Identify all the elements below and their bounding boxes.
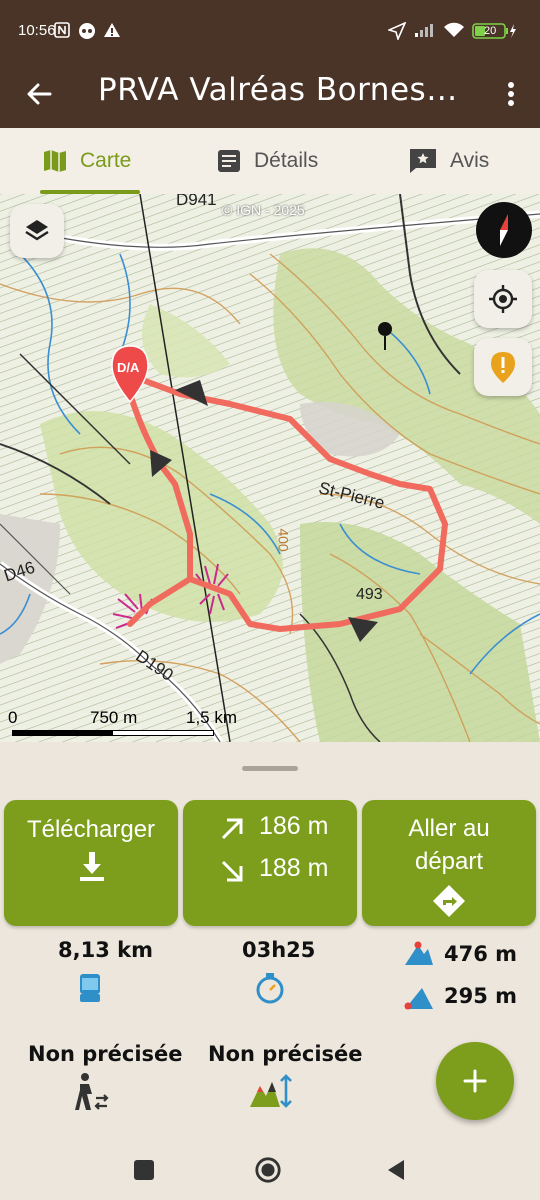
tab-map-label: Carte — [80, 149, 132, 172]
bottom-sheet: Télécharger 186 m 188 m Aller au départ … — [0, 742, 540, 1138]
more-options-button[interactable] — [500, 76, 522, 112]
go-to-start-button[interactable]: Aller au départ — [362, 800, 536, 926]
descent-arrow-icon — [221, 860, 243, 882]
more-vert-icon — [508, 82, 514, 106]
stopwatch-icon — [256, 973, 284, 1004]
arrow-back-icon — [27, 83, 52, 105]
status-bar: 10:56 20 — [0, 0, 540, 62]
map-scale-bar — [12, 730, 214, 736]
scale-label-1-5: 1,5 km — [186, 708, 238, 727]
tab-bar: Carte Détails Avis — [0, 128, 540, 194]
max-altitude-icon — [405, 941, 433, 965]
elevation-card[interactable]: 186 m 188 m — [183, 800, 357, 926]
back-nav-icon[interactable] — [382, 1156, 410, 1184]
compass-icon — [500, 214, 508, 246]
warning-icon — [103, 22, 121, 42]
notification-icon — [78, 22, 96, 44]
difficulty-value: Non précisée — [208, 1042, 363, 1066]
add-button[interactable] — [436, 1042, 514, 1120]
difficulty-icon — [250, 1074, 292, 1108]
copyright-label: © IGN - 2025 — [222, 202, 305, 218]
signal-icon — [414, 22, 436, 42]
topo-map — [0, 194, 540, 742]
my-location-icon — [489, 285, 517, 313]
directions-icon — [433, 885, 465, 917]
ascent-value: 186 m — [259, 812, 329, 840]
ascent-arrow-icon — [221, 818, 243, 840]
max-altitude-value: 476 m — [444, 942, 518, 966]
home-icon[interactable] — [254, 1156, 282, 1184]
distance-value: 8,13 km — [58, 938, 153, 962]
activity-value: Non précisée — [28, 1042, 183, 1066]
alert-marker-icon — [491, 352, 515, 383]
location-arrow-icon — [386, 21, 407, 44]
tab-map[interactable]: Carte — [42, 128, 131, 194]
descent-value: 188 m — [259, 854, 329, 882]
elevation-label-493: 493 — [356, 586, 383, 603]
tab-reviews[interactable]: Avis — [408, 128, 489, 194]
wifi-icon — [443, 22, 465, 42]
elevation-label-400: 400 — [275, 528, 292, 552]
back-button[interactable] — [22, 76, 58, 112]
recent-apps-icon[interactable] — [130, 1156, 158, 1184]
report-button[interactable] — [474, 338, 532, 396]
go-to-start-label: Aller au départ — [408, 815, 490, 875]
scale-label-0: 0 — [8, 708, 18, 727]
map-icon — [44, 150, 66, 172]
plus-icon — [463, 1069, 487, 1093]
sheet-drag-handle[interactable] — [242, 766, 298, 771]
download-label: Télécharger — [26, 816, 156, 843]
start-end-marker-label: D/A — [117, 360, 140, 375]
system-nav-bar — [0, 1138, 540, 1200]
distance-icon — [80, 974, 100, 1002]
tab-reviews-label: Avis — [450, 149, 490, 172]
battery-level: 20 — [484, 25, 497, 37]
min-altitude-value: 295 m — [444, 984, 518, 1008]
tab-details-label: Détails — [254, 149, 319, 172]
min-altitude-icon — [404, 988, 433, 1010]
hiker-icon — [75, 1073, 109, 1110]
map-view[interactable]: © IGN - 2025 D/A St-Pierre D941 D46 D190… — [0, 194, 540, 742]
nfc-icon — [54, 22, 70, 42]
layers-icon — [25, 220, 49, 241]
status-time: 10:56 — [18, 22, 56, 39]
app-bar: PRVA Valréas Bornes p… — [0, 62, 540, 128]
tab-details[interactable]: Détails — [216, 128, 318, 194]
duration-value: 03h25 — [242, 938, 316, 962]
road-label-d941: D941 — [176, 194, 217, 209]
download-icon — [80, 852, 104, 881]
scale-label-750: 750 m — [90, 708, 138, 727]
download-button[interactable]: Télécharger — [4, 800, 178, 926]
my-location-button[interactable] — [474, 270, 532, 328]
details-icon — [218, 150, 240, 172]
compass-button[interactable] — [476, 202, 532, 258]
page-title: PRVA Valréas Bornes p… — [98, 72, 458, 108]
layers-button[interactable] — [10, 204, 64, 258]
review-icon — [410, 149, 436, 173]
